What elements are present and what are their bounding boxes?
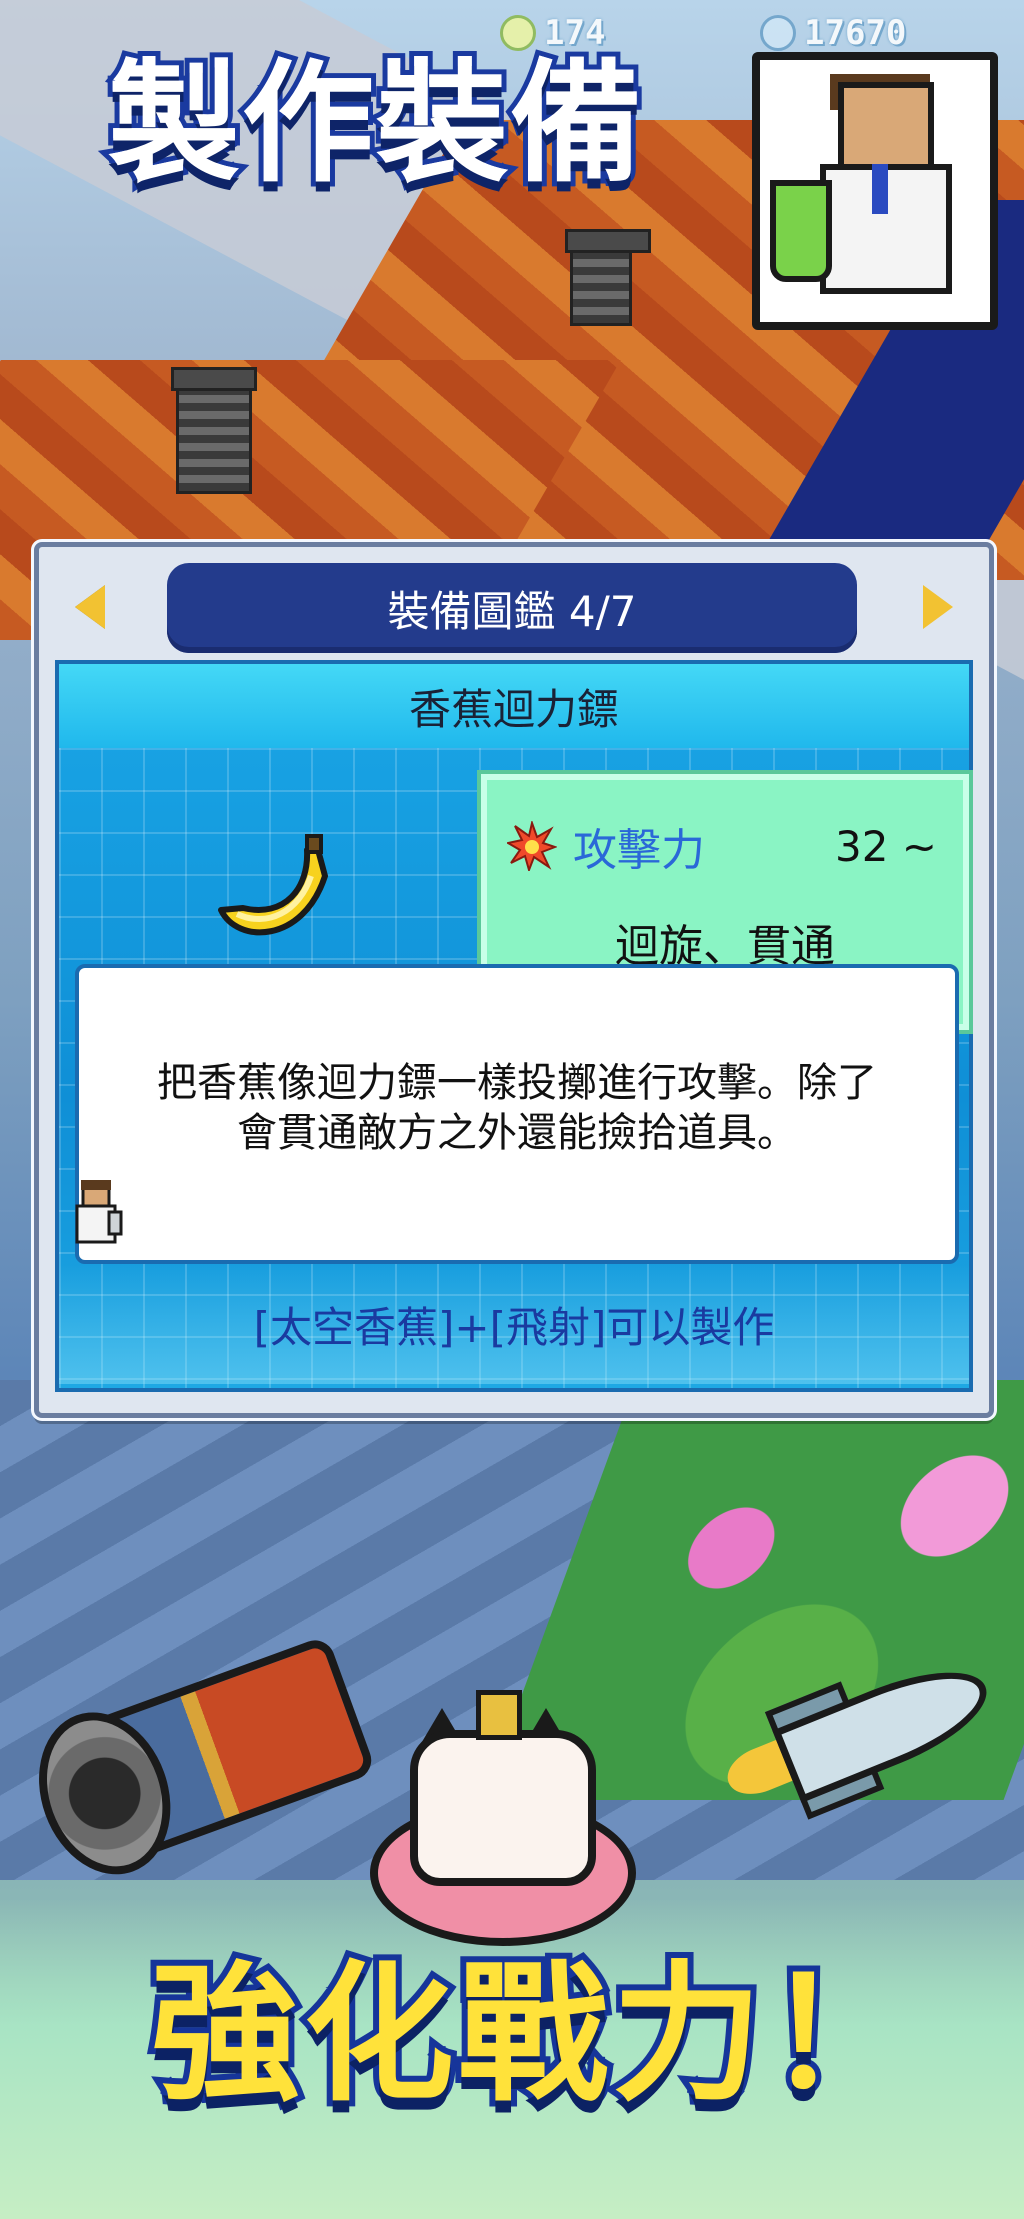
attack-stat-row: 攻擊力 32 ~ xyxy=(507,816,937,876)
hud-counter-right: 17670 xyxy=(760,13,907,53)
tower-sprite xyxy=(171,367,257,494)
item-blueprint-area: 香蕉迴力鏢 攻擊力 32 ~ 迴旋、貫通 把香蕉像迴力鏢一樣投擲進行攻擊。除了 … xyxy=(55,660,973,1392)
item-description-box: 把香蕉像迴力鏢一樣投擲進行攻擊。除了 會貫通敵方之外還能撿拾道具。 xyxy=(75,964,959,1264)
equipment-catalog-panel: 裝備圖鑑 4/7 香蕉迴力鏢 攻擊力 32 ~ 迴旋、貫通 把香蕉像迴力鏢一樣投… xyxy=(34,542,994,1418)
lightbulb-icon xyxy=(500,15,536,51)
item-name-bar: 香蕉迴力鏢 xyxy=(59,664,969,748)
item-name: 香蕉迴力鏢 xyxy=(408,684,619,734)
attack-value: 32 ~ xyxy=(835,821,937,871)
cat-character-sprite xyxy=(370,1690,636,1946)
arrow-left-icon[interactable] xyxy=(75,585,105,629)
description-line-1: 把香蕉像迴力鏢一樣投擲進行攻擊。除了 xyxy=(157,1060,877,1106)
mini-scientist-icon xyxy=(75,1180,123,1244)
item-description: 把香蕉像迴力鏢一樣投擲進行攻擊。除了 會貫通敵方之外還能撿拾道具。 xyxy=(89,1058,945,1158)
scientist-character-sprite xyxy=(752,52,998,330)
flask-icon xyxy=(770,180,832,282)
catalog-title: 裝備圖鑑 4/7 xyxy=(387,586,637,636)
headline-top: 製作裝備 xyxy=(103,47,647,201)
tower-sprite-small xyxy=(565,229,651,326)
attack-burst-icon xyxy=(507,821,557,871)
recipe-bar: [太空香蕉]+[飛射]可以製作 xyxy=(59,1264,969,1384)
arrow-right-icon[interactable] xyxy=(923,585,953,629)
crown-icon xyxy=(476,1690,522,1740)
attack-label: 攻擊力 xyxy=(573,825,705,876)
catalog-header: 裝備圖鑑 4/7 xyxy=(167,563,857,653)
recipe-text: [太空香蕉]+[飛射]可以製作 xyxy=(253,1302,775,1352)
description-line-2: 會貫通敵方之外還能撿拾道具。 xyxy=(237,1110,797,1156)
coin-icon xyxy=(760,15,796,51)
hud-right-value: 17670 xyxy=(804,13,907,53)
headline-bottom: 強化戰力！ xyxy=(144,1948,922,2122)
banana-icon xyxy=(218,834,328,936)
